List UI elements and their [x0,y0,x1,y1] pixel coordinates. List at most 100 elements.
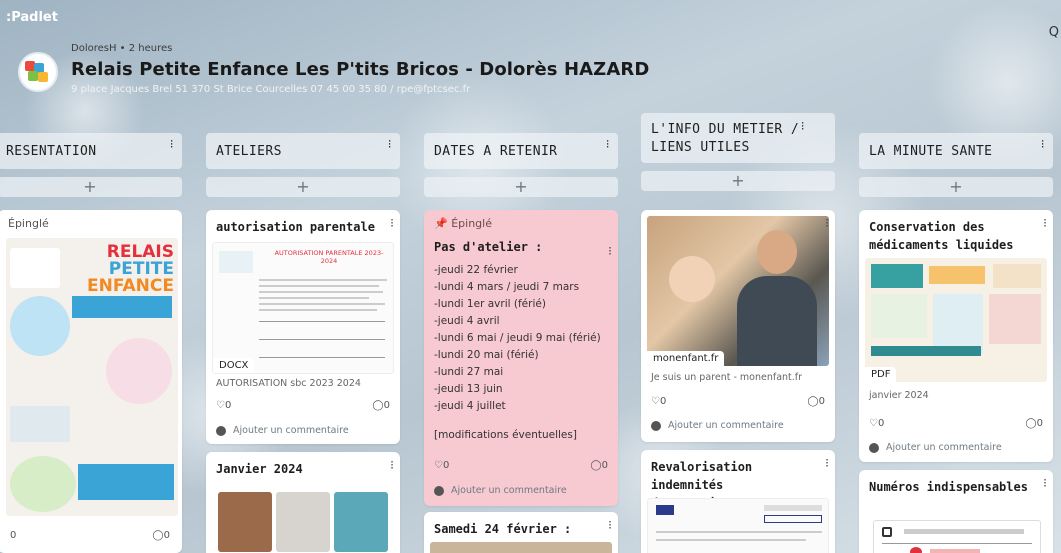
post-body: -jeudi 22 février -lundi 4 mars / jeudi … [424,262,618,444]
date-line: -lundi 27 mai [434,366,504,378]
link-preview-image[interactable]: monenfant.fr [647,216,829,366]
user-avatar-icon [869,442,879,453]
date-line: -lundi 6 mai / jeudi 9 mai (férié) [434,332,601,344]
comment-count[interactable]: ◯0 [590,460,608,471]
comment-count[interactable]: ◯0 [1025,418,1043,429]
date-line: -jeudi 4 juillet [434,400,506,412]
photo-thumb[interactable] [334,492,388,552]
more-icon[interactable]: ⁝ [825,456,829,470]
post-title: Janvier 2024 [216,462,303,476]
date-line: -lundi 20 mai (férié) [434,349,539,361]
add-post-button[interactable]: + [424,177,618,197]
more-icon[interactable]: ⁝ [390,216,394,230]
post-card-numeros[interactable]: Numéros indispensables ⁝ [859,470,1053,553]
add-post-button[interactable]: + [0,177,182,197]
board-header: DoloresH • 2 heures Relais Petite Enfanc… [18,42,649,95]
column-title: L'INFO DU METIER / LIENS UTILES [651,122,800,155]
document-preview[interactable] [647,498,829,553]
document-preview[interactable]: PDF [865,258,1047,382]
column-title: RESENTATION [6,143,97,159]
user-avatar-icon [651,420,661,431]
avatar[interactable] [18,52,58,92]
more-icon[interactable]: ⁝ [825,216,829,230]
column-header[interactable]: LA MINUTE SANTE ⁝ [859,133,1053,169]
add-post-button[interactable]: + [206,177,400,197]
column-header[interactable]: DATES A RETENIR ⁝ [424,133,618,169]
comment-count[interactable]: ◯0 [372,400,390,411]
poster-image[interactable]: RELAIS PETITE ENFANCE [6,238,178,516]
more-icon[interactable]: ⁝ [608,244,612,258]
more-icon[interactable]: ⁝ [388,137,392,151]
post-title: autorisation parentale [216,220,375,234]
more-icon[interactable]: ⁝ [170,137,174,151]
add-comment-link[interactable]: Ajouter un commentaire [233,425,349,436]
more-icon[interactable]: ⁝ [608,518,612,532]
pinned-label: Épinglé [8,217,49,230]
photo-thumb[interactable] [276,492,330,552]
like-button[interactable]: ♡0 [869,418,884,429]
column-title: ATELIERS [216,143,282,159]
post-title: Numéros indispensables [869,480,1028,494]
date-line: -jeudi 13 juin [434,383,503,395]
post-card-relax[interactable]: Samedi 24 février : RELAX !!! ⁝ [424,512,618,553]
comment-count[interactable]: ◯0 [807,396,825,407]
post-card-revalorisation[interactable]: Revalorisation indemnités d'entretien ⁝ [641,450,835,553]
add-comment-link[interactable]: Ajouter un commentaire [886,442,1002,453]
post-card-medicaments[interactable]: Conservation des médicaments liquides ⁝ … [859,210,1053,462]
file-type-badge: DOCX [213,358,255,373]
like-button[interactable]: ♡0 [651,396,666,407]
post-card-janvier[interactable]: Janvier 2024 ⁝ [206,452,400,553]
page-title: Relais Petite Enfance Les P'tits Bricos … [71,59,650,80]
date-line: -jeudi 4 avril [434,315,500,327]
post-card-pas-atelier[interactable]: 📌 Épinglé Pas d'atelier : ⁝ -jeudi 22 fé… [424,210,618,506]
more-icon[interactable]: ⁝ [390,458,394,472]
post-title: Conservation des médicaments liquides [869,220,1014,252]
more-icon[interactable]: ⁝ [606,137,610,151]
document-preview[interactable] [873,520,1041,553]
comment-count[interactable]: ◯0 [152,530,170,541]
like-count[interactable]: 0 [10,530,16,541]
post-card-presentation[interactable]: Épinglé RELAIS PETITE ENFANCE 0 ◯0 [0,210,182,553]
post-title: Pas d'atelier : [434,240,543,254]
more-icon[interactable]: ⁝ [1041,137,1045,151]
document-preview[interactable]: AUTORISATION PARENTALE 2023-2024 DOCX [212,242,394,374]
padlet-logo[interactable]: :Padlet [6,10,58,25]
column-title: DATES A RETENIR [434,143,558,159]
column-header[interactable]: L'INFO DU METIER / LIENS UTILES ⁝ [641,113,835,163]
post-card-monenfant[interactable]: ⁝ monenfant.fr Je suis un parent - monen… [641,210,835,442]
column-ateliers: ATELIERS ⁝ + [206,133,400,197]
post-caption: janvier 2024 [869,390,929,401]
column-title: LA MINUTE SANTE [869,143,993,159]
board-subtitle: 9 place Jacques Brel 51 370 St Brice Cou… [71,84,471,95]
photo-thumb[interactable] [218,492,272,552]
document-heading: AUTORISATION PARENTALE 2023-2024 [274,249,384,265]
like-button[interactable]: ♡0 [434,460,449,471]
add-comment-link[interactable]: Ajouter un commentaire [668,420,784,431]
add-comment-row[interactable]: Ajouter un commentaire [206,425,359,436]
file-type-badge: PDF [865,367,897,382]
like-button[interactable]: ♡0 [216,400,231,411]
post-card-autorisation[interactable]: autorisation parentale ⁝ AUTORISATION PA… [206,210,400,444]
column-info-metier: L'INFO DU METIER / LIENS UTILES ⁝ + [641,113,835,191]
poster-word: ENFANCE [87,276,174,296]
add-comment-row[interactable]: Ajouter un commentaire [424,485,577,496]
author-line: DoloresH • 2 heures [71,43,173,54]
search-icon[interactable]: Q [1049,25,1059,40]
photo-thumb[interactable] [430,542,612,553]
more-icon[interactable]: ⁝ [1043,216,1047,230]
add-comment-row[interactable]: Ajouter un commentaire [859,442,1012,453]
more-icon[interactable]: ⁝ [801,117,805,135]
column-header[interactable]: RESENTATION ⁝ [0,133,182,169]
column-dates: DATES A RETENIR ⁝ + [424,133,618,197]
date-line: -lundi 1er avril (férié) [434,298,546,310]
add-comment-row[interactable]: Ajouter un commentaire [641,420,794,431]
column-header[interactable]: ATELIERS ⁝ [206,133,400,169]
add-post-button[interactable]: + [859,177,1053,197]
column-presentation: RESENTATION ⁝ + [0,133,182,197]
add-post-button[interactable]: + [641,171,835,191]
link-domain: monenfant.fr [647,351,725,366]
date-line: -lundi 4 mars / jeudi 7 mars [434,281,580,293]
more-icon[interactable]: ⁝ [1043,476,1047,490]
add-comment-link[interactable]: Ajouter un commentaire [451,485,567,496]
pinned-label: 📌 Épinglé [434,217,492,230]
